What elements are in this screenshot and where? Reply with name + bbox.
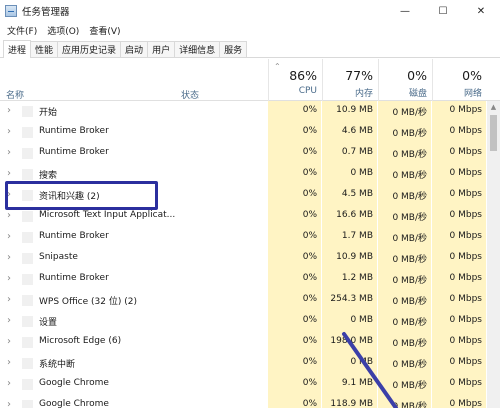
annotation-arrow [342, 332, 398, 408]
